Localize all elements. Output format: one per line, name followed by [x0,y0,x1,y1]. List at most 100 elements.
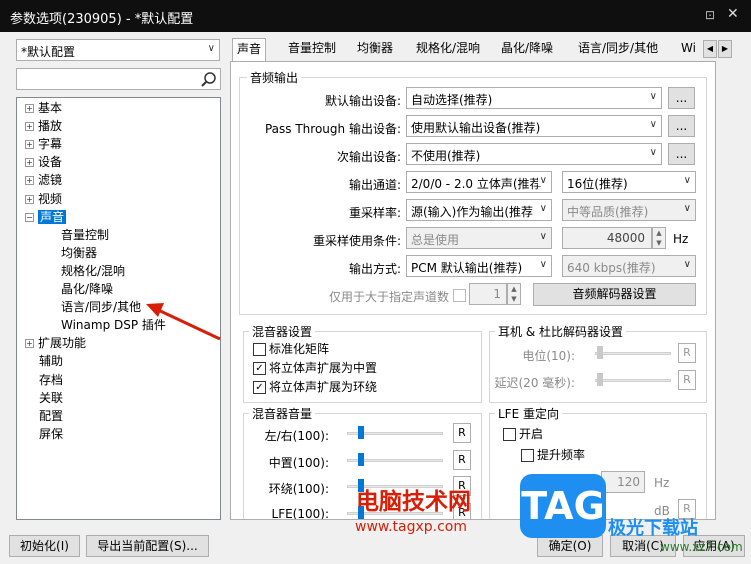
close-icon[interactable]: ✕ [727,6,743,24]
tree-item[interactable]: 关联 [39,390,63,406]
default-device-label: 默认输出设备: [324,94,401,108]
tag-url: www.xz7.com [660,540,743,554]
tree-item[interactable]: 配置 [39,408,63,424]
delay-slider [595,372,671,388]
red-arrow-annotation [146,303,221,341]
preferences-window: 参数选项(230905) - *默认配置 ⊡ ✕ *默认配置 ∨ + 基本 + 播放 +… [0,0,751,564]
audio-output-title: 音频输出 [247,69,302,86]
tree-item-label: 字幕 [38,137,63,152]
tab[interactable]: 语言/同步/其他 [574,38,662,60]
tab[interactable]: 晶化/降噪 [497,38,557,60]
tab[interactable]: 规格化/混响 [412,38,484,60]
only-channels-checkbox[interactable] [453,289,466,302]
tree-item-label: 晶化/降噪 [61,282,114,296]
window-title: 参数选项(230905) - *默认配置 [10,12,194,27]
expand-icon[interactable]: + [25,339,34,349]
audio-decoder-settings-button[interactable]: 音频解码器设置 [533,283,696,306]
tree-item-label: 音量控制 [61,227,110,242]
channels-select[interactable]: 2/0/0 - 2.0 立体声(推荐 ∨ [406,171,552,193]
resample-quality-select: 中等品质(推荐) ∨ [562,199,696,221]
headphone-title: 耳机 & 杜比解码器设置 [495,323,626,340]
tree-item[interactable]: 音量控制 [61,227,109,243]
title-bar: 参数选项(230905) - *默认配置 ⊡ ✕ [0,0,751,32]
expand-icon[interactable]: + [25,140,34,150]
tree-item[interactable]: + 视频 [25,191,62,207]
tree-item-label: 均衡器 [61,245,98,260]
default-device-select[interactable]: 自动选择(推荐) ∨ [406,87,662,109]
tree-item-label: 规格化/混响 [61,263,126,278]
tree-item[interactable]: 存档 [39,372,63,388]
tab-prev-button[interactable]: ◀ [703,40,717,58]
tree-item-label: 屏保 [39,426,64,441]
bit-depth-select[interactable]: 16位(推荐) ∨ [562,171,696,193]
tab[interactable]: 均衡器 [353,38,397,60]
secondary-device-select[interactable]: 不使用(推荐) ∨ [406,143,662,165]
expand-icon[interactable]: + [25,176,34,186]
volume-slider[interactable] [347,425,443,441]
channel-count-input: 1 [469,283,507,305]
tree-item[interactable]: + 滤镜 [25,172,62,188]
tree-item[interactable]: 辅助 [39,353,63,369]
passthrough-select[interactable]: 使用默认输出设备(推荐) ∨ [406,115,662,137]
search-input[interactable] [16,68,221,90]
sound-panel: 音频输出 默认输出设备: 自动选择(推荐) ∨ ... Pass Through … [230,61,716,520]
tree-item[interactable]: − 声音 [25,209,67,225]
lfe-boost-checkbox[interactable]: 提升频率 [521,448,585,464]
preset-select[interactable]: *默认配置 ∨ [16,39,220,61]
watermark-url: www.tagxp.com [355,519,467,535]
rate-spinner: ▲ ▼ [652,227,666,249]
export-config-button[interactable]: 导出当前配置(S)... [86,535,209,557]
chevron-down-icon: ∨ [539,231,547,242]
tree-item[interactable]: 均衡器 [61,245,97,261]
chevron-down-icon: ∨ [539,259,547,270]
ok-button[interactable]: 确定(O) [537,535,603,557]
resample-rate-select[interactable]: 源(输入)作为输出(推荐 ∨ [406,199,552,221]
checkbox-empty [253,343,266,356]
tree-item-label: 关联 [39,390,64,405]
level-slider [595,345,671,361]
only-channels-label: 仅用于大于指定声道数 [328,290,449,304]
audio-output-group [239,77,707,315]
collapse-icon[interactable]: − [25,212,34,222]
tree-item[interactable]: 晶化/降噪 [61,281,113,297]
tree-item[interactable]: + 基本 [25,100,62,116]
tree-item-label: 语言/同步/其他 [61,300,142,315]
chevron-down-icon: ∨ [649,91,657,102]
expand-icon[interactable]: + [25,104,34,113]
passthrough-more-button[interactable]: ... [668,115,695,137]
tree-item[interactable]: + 设备 [25,154,62,170]
tree-item[interactable]: 屏保 [39,426,63,442]
rate-unit: Hz [673,232,689,246]
default-device-more-button[interactable]: ... [668,87,695,109]
init-button[interactable]: 初始化(I) [9,535,80,557]
tree-item[interactable]: + 播放 [25,118,62,134]
volume-reset-button[interactable]: R [453,423,471,443]
chevron-down-icon: ∨ [649,147,657,158]
secondary-device-more-button[interactable]: ... [668,143,695,165]
watermark-brand: 电脑技术网 [356,489,471,515]
mixer-checkbox[interactable]: ✓ 将立体声扩展为中置 [253,361,377,377]
tab[interactable]: 音量控制 [284,38,340,60]
tree-item-label: 基本 [38,101,63,115]
mixer-checkbox[interactable]: 标准化矩阵 [253,342,329,358]
mixer-checkbox[interactable]: ✓ 将立体声扩展为环绕 [253,380,377,396]
tree-item[interactable]: + 字幕 [25,136,62,152]
tree-item[interactable]: 规格化/混响 [61,263,125,279]
volume-reset-button[interactable]: R [453,449,471,470]
tree-item[interactable]: 语言/同步/其他 [61,299,141,315]
tree-item-label: 配置 [39,408,64,423]
expand-icon[interactable]: + [25,158,34,168]
volume-slider[interactable] [347,452,443,468]
level-label: 电位(10): [522,349,575,363]
tree-item[interactable]: + 扩展功能 [25,335,86,351]
expand-icon[interactable]: + [25,122,34,132]
output-mode-select[interactable]: PCM 默认输出(推荐) ∨ [406,255,552,277]
expand-icon[interactable]: + [25,194,34,204]
lfe-enable-checkbox[interactable]: 开启 [503,427,543,443]
tab-next-button[interactable]: ▶ [718,40,732,58]
tab[interactable]: 声音 [232,38,267,62]
pin-icon[interactable]: ⊡ [705,8,719,22]
tab[interactable]: Wi [677,38,700,60]
search-icon[interactable] [200,71,217,88]
check-icon: ✓ [253,381,266,394]
